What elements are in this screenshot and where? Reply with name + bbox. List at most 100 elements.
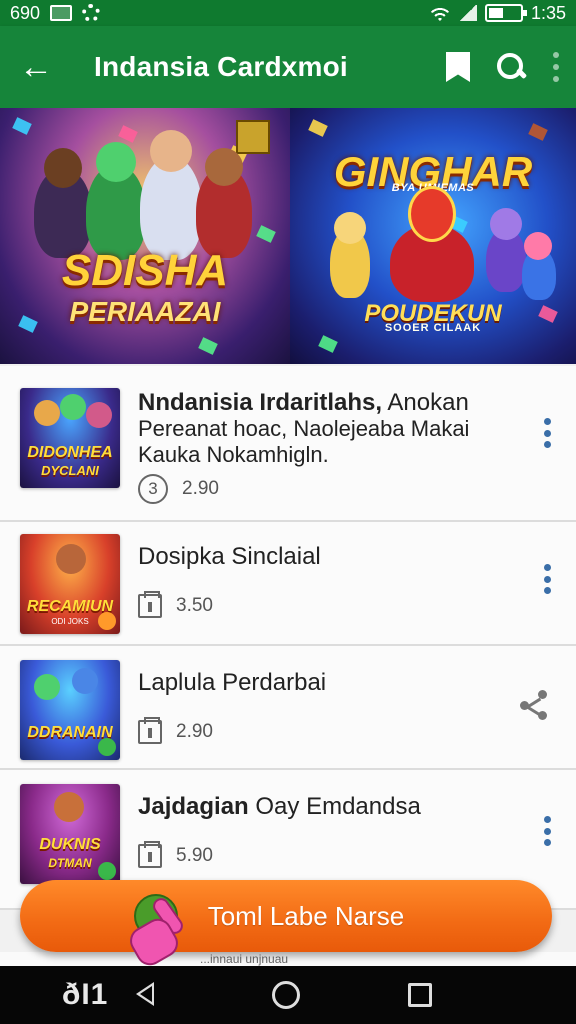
calendar-icon — [138, 591, 162, 618]
list-item-meta: 3 2.90 — [138, 474, 516, 504]
settings-gear-icon — [82, 4, 101, 22]
thumb-character — [54, 792, 84, 822]
thumb-character — [34, 400, 60, 426]
featured-banner[interactable]: SDISHA PERIAAZAI GINGHAR BYA UMIEMAS POU… — [0, 108, 576, 364]
banner-left-subtitle: PERIAAZAI — [69, 296, 221, 327]
list-item-thumbnail[interactable]: RECAMIUN ODI JOKS — [20, 534, 120, 634]
status-bar: 690 1:35 — [0, 0, 576, 26]
list-item-title-bold: Jajdagian — [138, 793, 249, 820]
list-item-meta-value: 5.90 — [176, 845, 213, 866]
battery-icon — [484, 4, 527, 22]
list-item-meta-value: 2.90 — [182, 478, 219, 499]
overflow-menu-icon[interactable] — [542, 816, 552, 846]
status-badge — [98, 612, 116, 630]
list-item-meta-value: 2.90 — [176, 721, 213, 742]
overflow-menu-icon[interactable] — [542, 418, 552, 448]
gem-decoration — [198, 337, 218, 355]
back-triangle-icon[interactable] — [136, 982, 154, 1006]
status-left: 690 — [10, 2, 101, 24]
gem-decoration — [12, 117, 32, 135]
game-list: DIDONHEA DYCLANI Nndanisia Irdaritlahs, … — [0, 366, 576, 910]
home-circle-icon[interactable] — [272, 981, 300, 1009]
list-item-thumbnail[interactable]: DUKNIS DTMAN — [20, 784, 120, 884]
list-item-title-rest: Dosipka Sinclaial — [138, 543, 321, 570]
banner-left-panel[interactable]: SDISHA PERIAAZAI — [0, 108, 290, 364]
list-item-meta-value: 3.50 — [176, 595, 213, 616]
notification-box-icon — [50, 5, 73, 21]
system-nav-bar: ðI1 — [0, 966, 576, 1024]
status-left-text: 690 — [10, 2, 41, 23]
calendar-icon — [138, 717, 162, 744]
list-item-thumbnail[interactable]: DIDONHEA DYCLANI — [20, 388, 120, 488]
thumb-character — [34, 674, 60, 700]
status-time: 1:35 — [530, 2, 566, 23]
list-item-peek: ...innaui unjnuau — [0, 952, 576, 966]
hero-head — [205, 148, 243, 186]
count-circle-icon: 3 — [138, 474, 168, 504]
banner-right-panel[interactable]: GINGHAR BYA UMIEMAS POUDEKUN SOOER CILAA… — [290, 108, 576, 364]
list-item-meta: 3.50 — [138, 591, 516, 618]
list-item-thumbnail[interactable]: DDRANAIN — [20, 660, 120, 760]
recents-square-icon[interactable] — [408, 983, 432, 1007]
thumb-character — [60, 394, 86, 420]
search-icon[interactable] — [496, 52, 526, 82]
primary-action-label: Toml Labe Narse — [207, 900, 405, 931]
status-badge — [98, 738, 116, 756]
list-item-title-rest: Laplula Perdarbai — [138, 669, 327, 696]
gem-decoration — [318, 335, 338, 353]
hero-head — [44, 148, 82, 188]
thumb-subtitle: DYCLANI — [41, 463, 99, 478]
app-bar-actions — [446, 52, 560, 82]
list-item-meta: 5.90 — [138, 841, 516, 868]
list-item-title: Dosipka Sinclaial — [138, 544, 516, 570]
overflow-menu-icon[interactable] — [552, 52, 560, 82]
hero-head — [524, 232, 552, 260]
gem-decoration — [528, 123, 548, 141]
list-item[interactable]: DIDONHEA DYCLANI Nndanisia Irdaritlahs, … — [0, 366, 576, 522]
thumb-title: DUKNIS — [39, 836, 101, 853]
banner-left-title: SDISHA — [61, 246, 229, 295]
list-item-text: Laplula Perdarbai 2.90 — [138, 670, 516, 744]
list-item-title: Jajdagian Oay Emdandsa — [138, 794, 516, 820]
list-item-title: Laplula Perdarbai — [138, 670, 516, 696]
hero-head — [150, 130, 192, 172]
calendar-icon — [138, 841, 162, 868]
wifi-icon — [428, 5, 451, 21]
hero-head — [96, 142, 136, 182]
list-item[interactable]: RECAMIUN ODI JOKS Dosipka Sinclaial 3.50 — [0, 522, 576, 646]
status-badge — [98, 862, 116, 880]
primary-action-button[interactable]: Toml Labe Narse — [20, 880, 552, 952]
gem-decoration — [118, 125, 138, 143]
list-item-title: Nndanisia Irdaritlahs, Anokan — [138, 390, 516, 416]
list-item-title-rest: Anokan — [382, 389, 469, 416]
thumb-character — [86, 402, 112, 428]
share-icon[interactable] — [520, 690, 548, 720]
back-arrow-icon[interactable]: ← — [16, 47, 56, 87]
gem-decoration — [308, 119, 328, 137]
list-item-text: Dosipka Sinclaial 3.50 — [138, 544, 516, 618]
list-item-text: Nndanisia Irdaritlahs, Anokan Pereanat h… — [138, 390, 516, 504]
tap-hand-icon — [124, 895, 188, 971]
hero-head — [408, 186, 456, 242]
banner-right-caption: SOOER CILAAK — [384, 322, 482, 334]
signal-icon — [458, 5, 477, 21]
list-item-description: Pereanat hoac, Naolejeaba Makai Kauka No… — [138, 416, 470, 467]
gem-decoration — [256, 225, 276, 243]
list-item-title-rest: Oay Emdandsa — [248, 793, 421, 820]
avatar-frame-icon — [236, 120, 270, 154]
app-bar-title: Indansia Cardxmoi — [94, 51, 348, 82]
thumb-character — [56, 544, 86, 574]
list-item-text: Jajdagian Oay Emdandsa 5.90 — [138, 794, 516, 868]
screen: 690 1:35 ← Indansia Cardxmoi SDISHA PERI… — [0, 0, 576, 1024]
hero-head — [490, 208, 522, 240]
hero-head — [334, 212, 366, 244]
bookmark-icon[interactable] — [446, 52, 470, 82]
list-item-meta: 2.90 — [138, 717, 516, 744]
list-item-title-bold: Nndanisia Irdaritlahs, — [138, 389, 383, 416]
list-item[interactable]: DDRANAIN Laplula Perdarbai 2.90 — [0, 646, 576, 770]
overflow-menu-icon[interactable] — [542, 564, 552, 594]
app-bar: ← Indansia Cardxmoi — [0, 26, 576, 108]
nav-left-text: ðI1 — [62, 978, 109, 1011]
status-right: 1:35 — [428, 2, 566, 24]
thumb-character — [72, 668, 98, 694]
